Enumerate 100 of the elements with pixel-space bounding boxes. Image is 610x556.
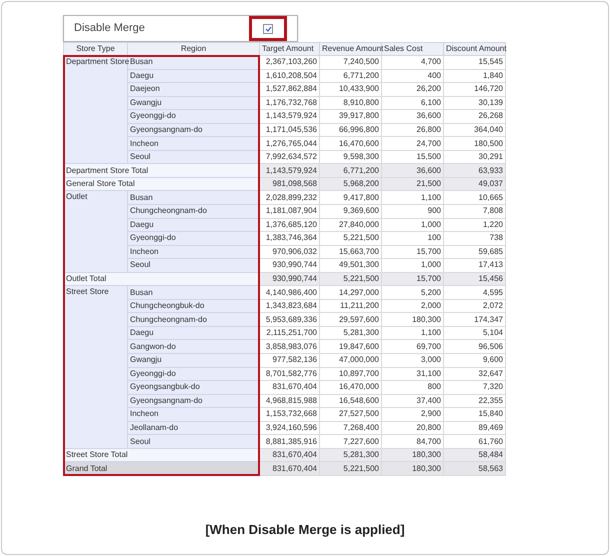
table-cell: 9,598,300 <box>320 150 382 164</box>
table-cell: 3,000 <box>382 354 444 368</box>
table-cell: 400 <box>382 69 444 83</box>
option-label: Disable Merge <box>74 21 145 36</box>
table-cell: 19,847,600 <box>320 340 382 354</box>
table-cell: 27,527,500 <box>320 408 382 422</box>
total-cell: 49,037 <box>444 177 506 191</box>
table-cell: 5,953,689,336 <box>260 312 320 326</box>
table-cell: 2,000 <box>382 299 444 313</box>
table-cell: 1,610,208,504 <box>260 69 320 83</box>
table-cell: 26,800 <box>382 123 444 137</box>
region-cell: Jeollanam-do <box>128 421 260 435</box>
table-cell: 146,720 <box>444 82 506 96</box>
table-cell: 7,227,600 <box>320 434 382 448</box>
table-cell: 69,700 <box>382 340 444 354</box>
table-cell: 7,240,500 <box>320 56 382 70</box>
region-cell: Gwangju <box>128 354 260 368</box>
table-cell: 2,900 <box>382 408 444 422</box>
table-cell: 15,545 <box>444 56 506 70</box>
region-cell: Gyeongsangbuk-do <box>128 380 260 394</box>
total-cell: 5,281,300 <box>320 448 382 462</box>
table-cell: 47,000,000 <box>320 354 382 368</box>
total-cell: 36,600 <box>382 164 444 178</box>
region-cell: Daegu <box>128 218 260 232</box>
total-cell: 5,968,200 <box>320 177 382 191</box>
column-header: Revenue Amount <box>320 42 382 56</box>
table-cell: 4,595 <box>444 286 506 300</box>
highlight-frame <box>249 16 287 41</box>
region-cell: Gyeongsangnam-do <box>128 123 260 137</box>
store-type-cell: Outlet <box>64 190 128 272</box>
region-cell: Incheon <box>128 408 260 422</box>
region-cell: Seoul <box>128 258 260 272</box>
table-cell: 1,100 <box>382 190 444 205</box>
table-cell: 49,501,300 <box>320 258 382 272</box>
table-cell: 84,700 <box>382 434 444 448</box>
table-cell: 3,858,983,076 <box>260 340 320 354</box>
table-cell: 1,376,685,120 <box>260 218 320 232</box>
table-cell: 1,100 <box>382 326 444 340</box>
table-cell: 738 <box>444 232 506 246</box>
table-cell: 30,291 <box>444 150 506 164</box>
total-cell: 58,484 <box>444 448 506 462</box>
table-cell: 2,367,103,260 <box>260 56 320 70</box>
table-cell: 2,115,251,700 <box>260 326 320 340</box>
table-cell: 29,597,600 <box>320 312 382 326</box>
table-cell: 10,433,900 <box>320 82 382 96</box>
table-cell: 36,600 <box>382 110 444 124</box>
table-cell: 1,343,823,684 <box>260 299 320 313</box>
table-cell: 11,211,200 <box>320 299 382 313</box>
table-cell: 831,670,404 <box>260 380 320 394</box>
total-cell: 5,221,500 <box>320 462 382 476</box>
column-header: Target Amount <box>260 42 320 56</box>
table-cell: 977,582,136 <box>260 354 320 368</box>
region-cell: Chungcheongnam-do <box>128 204 260 218</box>
region-cell: Busan <box>128 190 260 205</box>
table-cell: 1,276,765,044 <box>260 136 320 150</box>
table-cell: 6,100 <box>382 96 444 110</box>
region-cell: Incheon <box>128 245 260 259</box>
table-cell: 7,268,400 <box>320 421 382 435</box>
region-cell: Incheon <box>128 136 260 150</box>
table-cell: 364,040 <box>444 123 506 137</box>
table-cell: 1,000 <box>382 258 444 272</box>
subtotal-label: Street Store Total <box>64 448 260 462</box>
checkbox[interactable] <box>263 24 273 34</box>
table-cell: 5,281,300 <box>320 326 382 340</box>
column-header: Discount Amount <box>444 42 506 56</box>
region-cell: Gyeonggi-do <box>128 367 260 381</box>
total-cell: 63,933 <box>444 164 506 178</box>
total-cell: 15,456 <box>444 272 506 286</box>
region-cell: Seoul <box>128 150 260 164</box>
column-header: Store Type <box>64 42 128 56</box>
table-cell: 24,700 <box>382 136 444 150</box>
store-type-cell: Department Store <box>64 56 128 164</box>
table-cell: 2,028,899,232 <box>260 190 320 205</box>
table-cell: 10,665 <box>444 190 506 205</box>
table-cell: 9,417,800 <box>320 190 382 205</box>
table-cell: 61,760 <box>444 434 506 448</box>
total-cell: 180,300 <box>382 462 444 476</box>
table-cell: 30,139 <box>444 96 506 110</box>
table-cell: 15,700 <box>382 245 444 259</box>
table-cell: 7,320 <box>444 380 506 394</box>
table-cell: 89,469 <box>444 421 506 435</box>
table-cell: 180,500 <box>444 136 506 150</box>
region-cell: Daegu <box>128 69 260 83</box>
table-cell: 6,771,200 <box>320 69 382 83</box>
table-cell: 1,383,746,364 <box>260 232 320 246</box>
region-cell: Daejeon <box>128 82 260 96</box>
table-cell: 22,355 <box>444 394 506 408</box>
region-cell: Gwangju <box>128 96 260 110</box>
total-cell: 180,300 <box>382 448 444 462</box>
table-cell: 3,924,160,596 <box>260 421 320 435</box>
table-cell: 8,701,582,776 <box>260 367 320 381</box>
table-cell: 8,910,800 <box>320 96 382 110</box>
table-cell: 59,685 <box>444 245 506 259</box>
table-cell: 15,663,700 <box>320 245 382 259</box>
table-cell: 5,221,500 <box>320 232 382 246</box>
table-cell: 10,897,700 <box>320 367 382 381</box>
table-cell: 26,200 <box>382 82 444 96</box>
table-cell: 900 <box>382 204 444 218</box>
table-cell: 5,200 <box>382 286 444 300</box>
total-cell: 5,221,500 <box>320 272 382 286</box>
